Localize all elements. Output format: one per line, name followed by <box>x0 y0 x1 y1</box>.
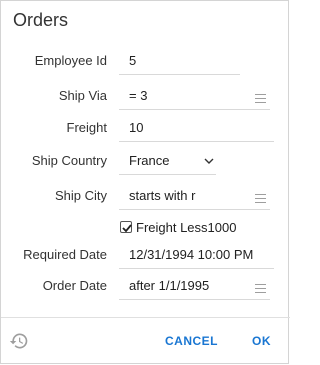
required-date-row: Required Date 12/31/1994 10:00 PM <box>1 243 290 269</box>
ship-via-label: Ship Via <box>58 88 107 103</box>
dialog-title: Orders <box>13 10 69 30</box>
ship-via-input[interactable]: = 3 <box>119 84 270 110</box>
ship-city-input[interactable]: starts with r <box>119 184 270 210</box>
order-date-menu-icon[interactable] <box>255 284 266 293</box>
employee-id-input[interactable]: 5 <box>119 49 240 75</box>
employee-id-value: 5 <box>129 53 137 68</box>
order-date-value: after 1/1/1995 <box>129 278 210 293</box>
ship-via-menu-icon[interactable] <box>255 94 266 103</box>
order-date-input[interactable]: after 1/1/1995 <box>119 274 270 300</box>
freight-label: Freight <box>66 120 107 135</box>
checkmark-icon <box>122 224 132 233</box>
ship-country-row: Ship Country France <box>1 149 290 175</box>
employee-id-row: Employee Id 5 <box>1 49 290 75</box>
ship-city-menu-icon[interactable] <box>255 194 266 203</box>
required-date-value: 12/31/1994 10:00 PM <box>129 247 254 262</box>
required-date-label: Required Date <box>23 247 107 262</box>
orders-filter-dialog: Orders Employee Id 5 Ship Via = 3 Freigh… <box>0 0 290 365</box>
ship-via-row: Ship Via = 3 <box>1 84 290 110</box>
ok-button[interactable]: OK <box>252 334 271 348</box>
freight-less-label: Freight Less1000 <box>136 220 237 235</box>
required-date-input[interactable]: 12/31/1994 10:00 PM <box>119 243 274 269</box>
ship-city-value: starts with r <box>129 188 196 203</box>
freight-value: 10 <box>129 120 144 135</box>
ship-city-row: Ship City starts with r <box>1 184 290 210</box>
freight-row: Freight 10 <box>1 116 290 142</box>
freight-input[interactable]: 10 <box>119 116 274 142</box>
order-date-label: Order Date <box>42 278 107 293</box>
ship-city-label: Ship City <box>54 188 107 203</box>
ship-via-value: = 3 <box>129 88 148 103</box>
ship-country-select[interactable]: France <box>119 149 216 175</box>
employee-id-label: Employee Id <box>34 53 107 68</box>
ship-country-label: Ship Country <box>31 153 107 168</box>
cancel-button[interactable]: CANCEL <box>165 334 218 348</box>
dialog-footer: CANCEL OK <box>1 317 290 365</box>
ship-country-value: France <box>129 153 170 168</box>
order-date-row: Order Date after 1/1/1995 <box>1 274 290 300</box>
freight-less-checkbox[interactable] <box>120 221 132 233</box>
chevron-down-icon <box>204 158 214 164</box>
history-icon[interactable] <box>9 331 29 351</box>
